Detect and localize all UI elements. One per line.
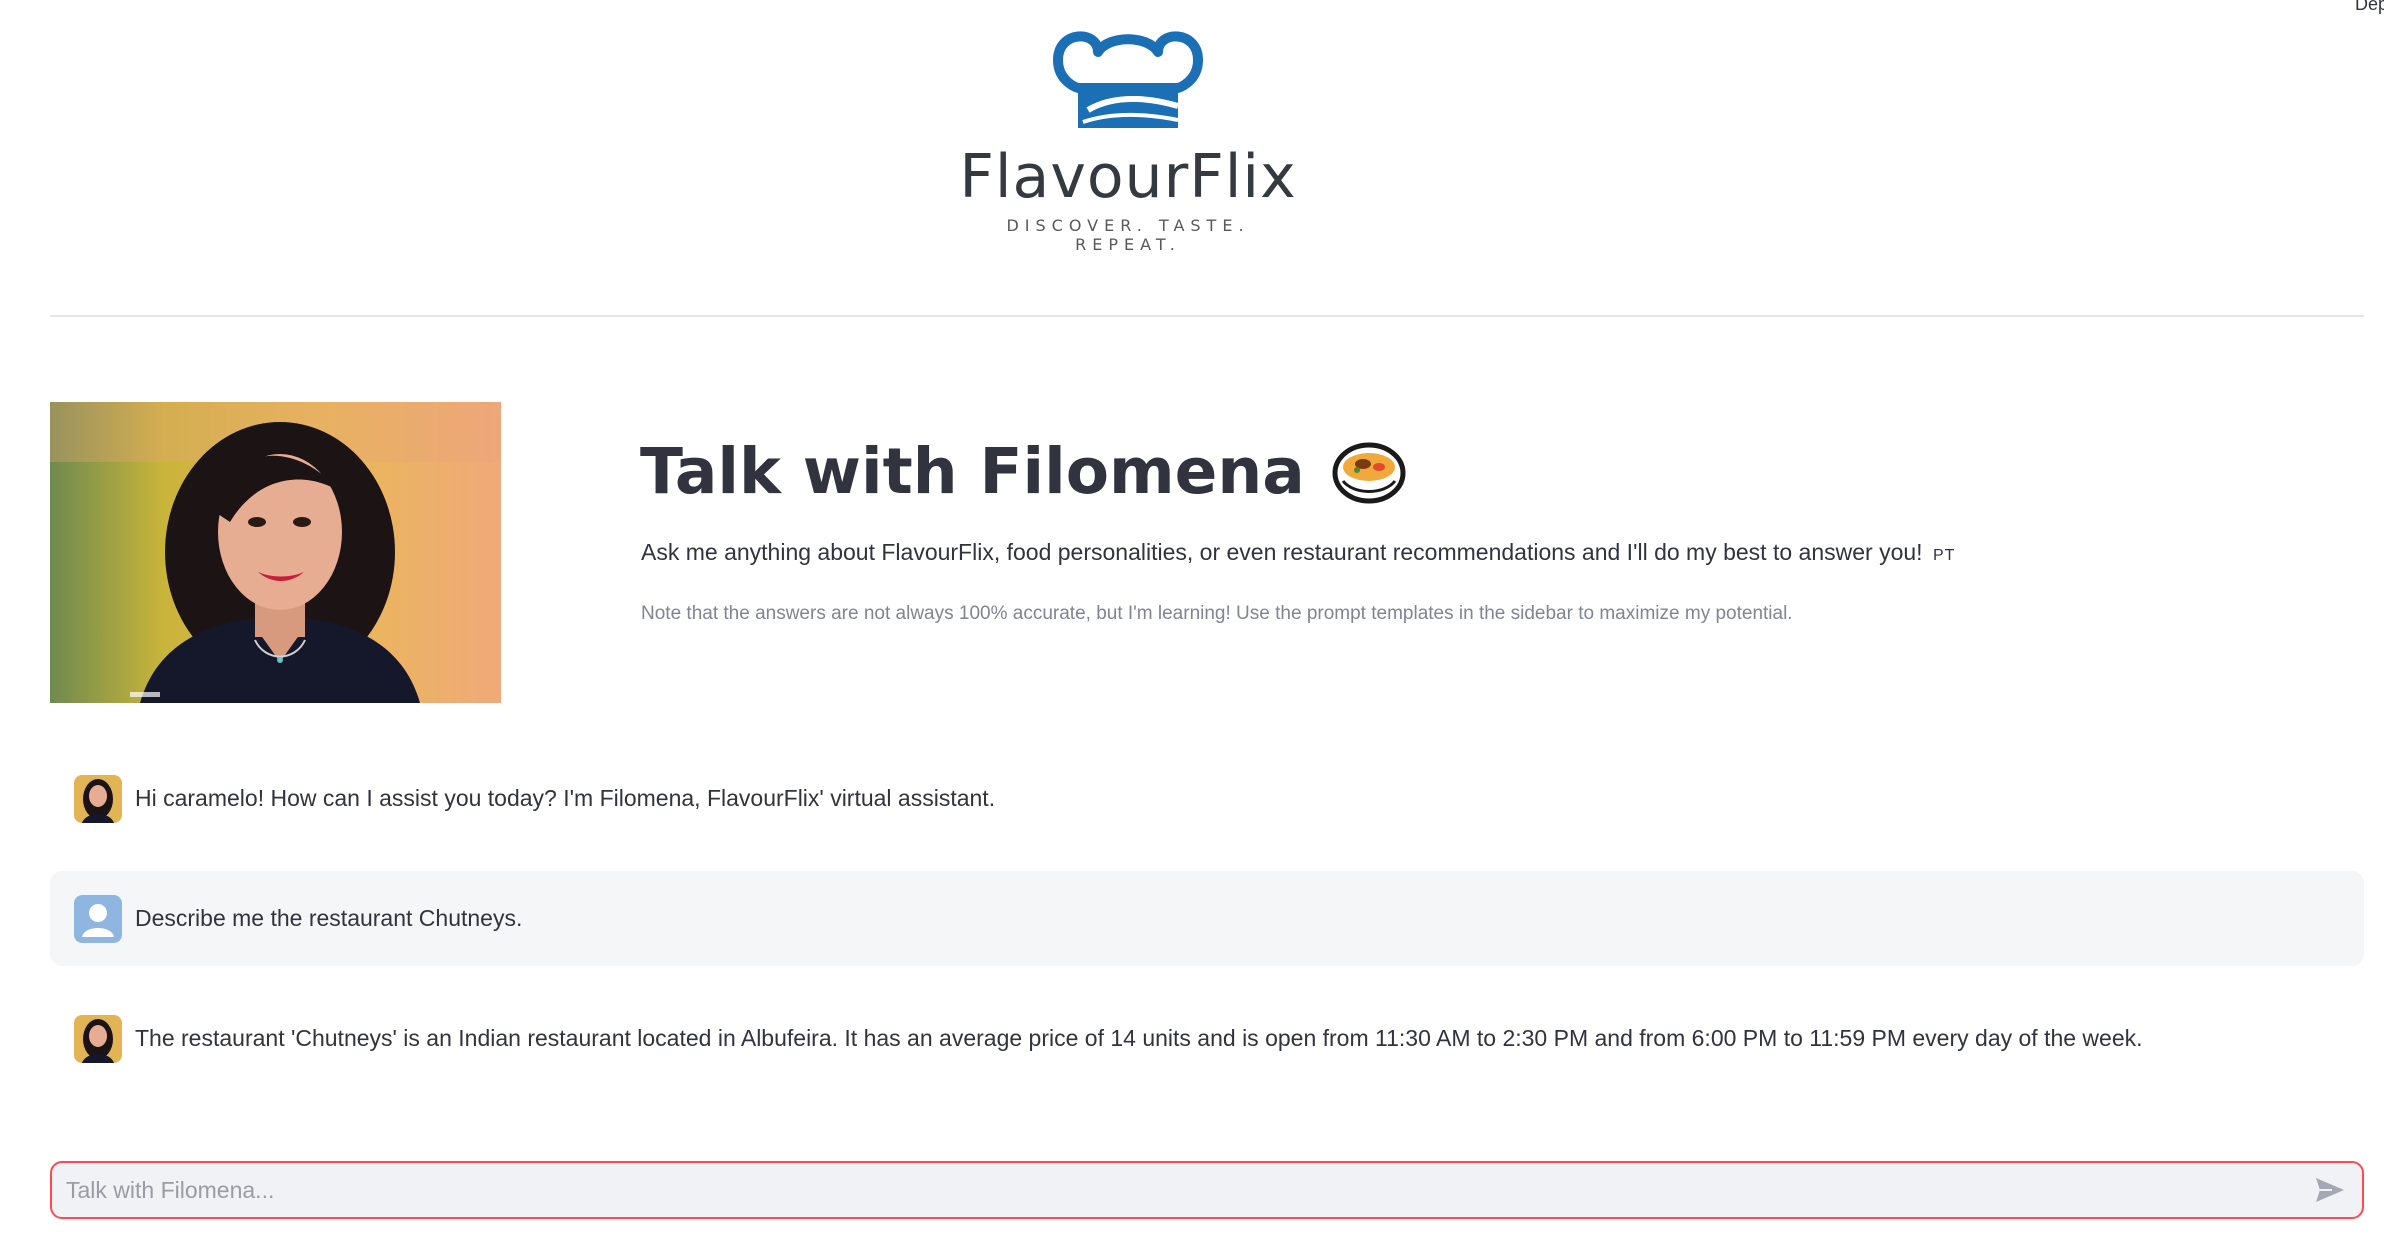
- filomena-avatar: [74, 1014, 122, 1063]
- page-title-text: Talk with Filomena: [640, 435, 1305, 508]
- chat-message-text: Hi caramelo! How can I assist you today?…: [135, 785, 996, 811]
- send-arrow-icon[interactable]: [2314, 1175, 2346, 1205]
- intro-subtitle-text: Ask me anything about FlavourFlix, food …: [641, 539, 1923, 565]
- app-root: Dep FlavourFlix DISCOVER. TASTE. REPEAT.: [0, 0, 2384, 1253]
- chat-message-assistant: Hi caramelo! How can I assist you today?…: [50, 751, 2364, 846]
- chat-message-user: Describe me the restaurant Chutneys.: [50, 871, 2364, 966]
- filomena-avatar: [74, 774, 122, 823]
- bowl-of-food-icon: [1332, 442, 1406, 504]
- chat-message-text: The restaurant 'Chutneys' is an Indian r…: [135, 1025, 2143, 1051]
- deploy-button[interactable]: Dep: [2355, 0, 2384, 15]
- accuracy-note: Note that the answers are not always 100…: [641, 603, 1793, 624]
- chat-input[interactable]: [64, 1175, 2288, 1205]
- user-avatar-icon: [74, 894, 122, 943]
- chat-message-assistant: The restaurant 'Chutneys' is an Indian r…: [50, 991, 2364, 1086]
- chef-hat-icon: [1053, 31, 1203, 128]
- header-divider: [50, 315, 2364, 317]
- logo-tagline: DISCOVER. TASTE. REPEAT.: [1006, 216, 1250, 254]
- filomena-portrait: [50, 402, 501, 703]
- chat-input-container: [50, 1161, 2364, 1219]
- flavourflix-logo: FlavourFlix DISCOVER. TASTE. REPEAT.: [958, 30, 1298, 254]
- language-toggle[interactable]: PT: [1933, 547, 1955, 564]
- page-title: Talk with Filomena: [640, 432, 1409, 512]
- logo-wordmark: FlavourFlix: [959, 142, 1297, 212]
- intro-subtitle: Ask me anything about FlavourFlix, food …: [641, 539, 1955, 566]
- chat-message-text: Describe me the restaurant Chutneys.: [135, 905, 523, 931]
